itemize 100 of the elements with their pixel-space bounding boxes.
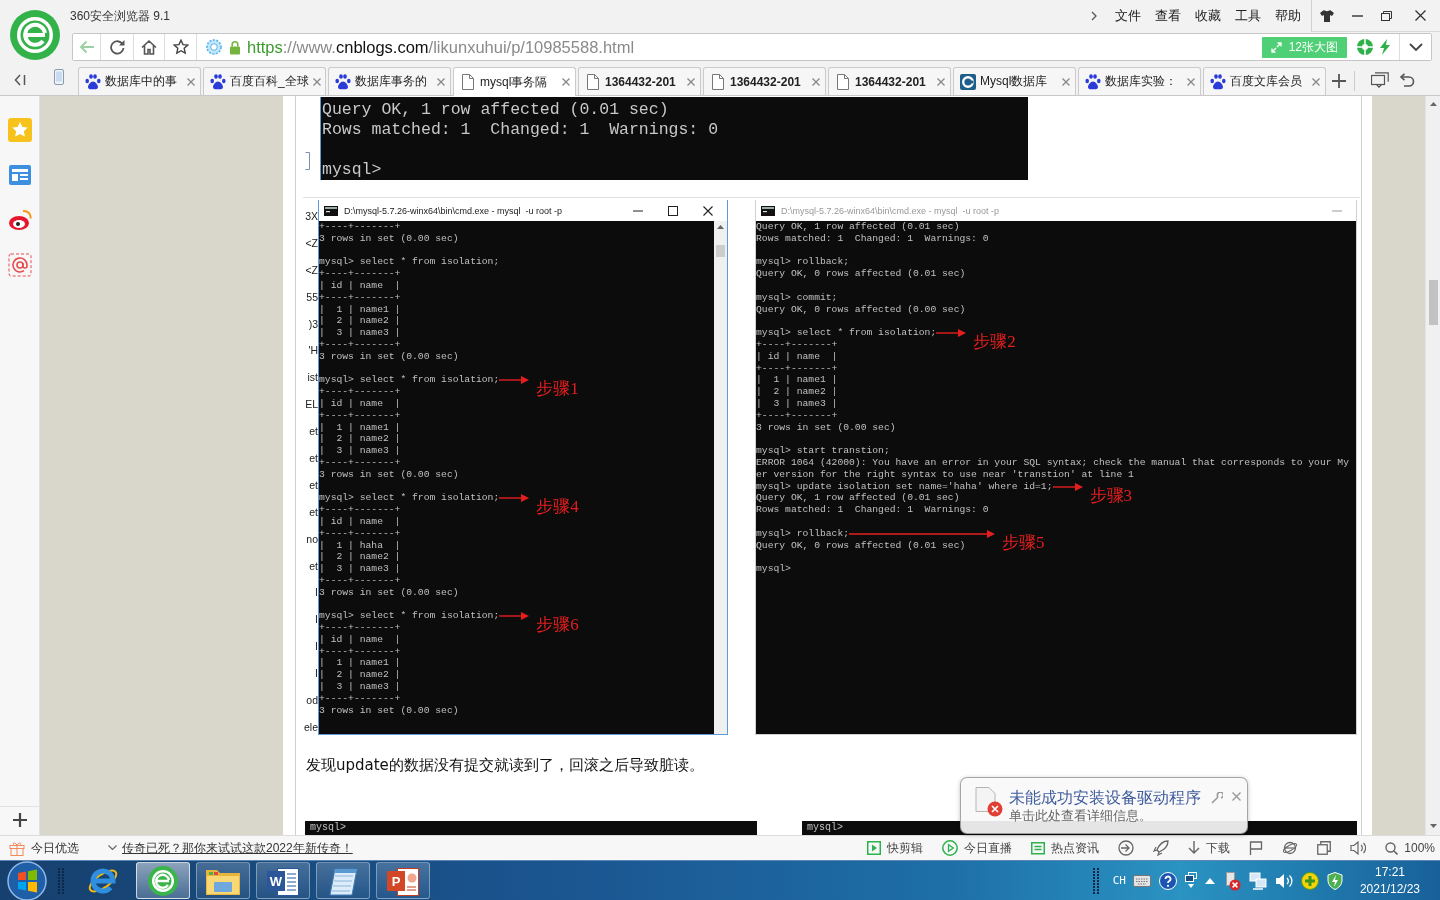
up-arrow-icon[interactable] — [1429, 102, 1437, 106]
text-fragment: ele — [304, 720, 318, 733]
tab[interactable]: 百度百科_全球 — [203, 67, 326, 95]
arrow-icon — [499, 494, 530, 503]
terminal-line: mysql> — [756, 563, 791, 575]
tab[interactable]: 百度文库会员 — [1203, 67, 1326, 95]
chevron-down-icon[interactable] — [108, 845, 117, 851]
reload-icon[interactable] — [109, 39, 125, 55]
window-title: 360安全浏览器 9.1 — [70, 7, 171, 25]
rocket-icon[interactable] — [1153, 840, 1170, 856]
terminal-line: 3 rows in set (0.00 sec) — [319, 586, 459, 599]
clock-time[interactable]: 17:21 — [1374, 863, 1405, 881]
terminal-line: +----+-------+ — [319, 291, 401, 304]
ad-link[interactable]: 传奇已死？那你来试试这款2022年新传奇！ — [122, 839, 353, 857]
notification-body[interactable]: 单击此处查看详细信息。 — [1009, 808, 1201, 824]
shirt-icon[interactable] — [1320, 9, 1334, 22]
phone-icon[interactable] — [54, 68, 64, 85]
menu-item[interactable]: 工具 — [1235, 7, 1261, 25]
terminal-line: +----+-------+ — [319, 622, 401, 634]
caret-up-icon[interactable] — [1204, 877, 1215, 884]
wrench-icon[interactable] — [1211, 792, 1223, 804]
featured-link[interactable]: 今日优选 — [31, 839, 79, 857]
plus-icon[interactable] — [1332, 74, 1346, 88]
close-icon[interactable] — [1414, 10, 1426, 21]
text-fragment: et — [309, 452, 318, 464]
body-text: 发现update的数据没有提交就读到了，回滚之后导致脏读。 — [306, 756, 705, 774]
list-icon[interactable] — [7, 163, 32, 187]
tab[interactable]: 1364432-201 — [703, 67, 826, 95]
down-arrow-icon[interactable] — [1429, 824, 1437, 828]
tab[interactable]: 1364432-201 — [828, 67, 951, 95]
help-icon[interactable] — [1158, 871, 1177, 890]
keyboard-icon[interactable] — [1132, 874, 1151, 887]
download-button[interactable]: 下载 — [1188, 839, 1231, 857]
step-label: 步骤2 — [973, 333, 1016, 352]
menu-item[interactable]: 收藏 — [1195, 7, 1221, 25]
step-label: 步骤3 — [1089, 486, 1132, 505]
window-icon[interactable] — [1317, 841, 1332, 855]
chevron-down-icon[interactable] — [1408, 43, 1423, 51]
tab[interactable]: Mysql数据库 — [953, 67, 1076, 95]
terminal-line: mysql> — [807, 822, 843, 833]
speaker-icon[interactable] — [1274, 872, 1293, 889]
at-sign-icon[interactable] — [7, 253, 32, 277]
star-icon[interactable] — [172, 39, 189, 55]
tab[interactable]: 数据库中的事 — [78, 67, 201, 95]
tab[interactable]: 数据库实验： — [1078, 67, 1201, 95]
notification-popup[interactable]: 未能成功安装设备驱动程序 单击此处查看详细信息。 — [960, 777, 1248, 834]
chevron-right-icon[interactable] — [1091, 11, 1097, 21]
plus-circle-icon[interactable] — [1300, 871, 1319, 890]
zoom-button[interactable]: 100% — [1385, 841, 1435, 855]
windows-icon[interactable] — [1371, 72, 1389, 88]
tab[interactable]: 1364432-201 — [578, 67, 701, 95]
error-document-icon — [975, 787, 1003, 817]
menu-item[interactable]: 查看 — [1155, 7, 1181, 25]
restore-icon[interactable] — [1380, 10, 1392, 21]
network-icon[interactable] — [1248, 871, 1267, 890]
paw-icon — [1210, 73, 1226, 90]
taskbar-button[interactable]: W — [256, 862, 310, 899]
speaker-icon[interactable] — [1350, 841, 1367, 855]
taskbar-button[interactable] — [196, 862, 250, 899]
terminal-line: | 1 | name1 | — [756, 374, 838, 387]
news-button[interactable]: 热点资讯 — [1031, 839, 1100, 857]
terminal-line: | id | name | — [319, 515, 401, 528]
terminal-line: +----+-------+ — [756, 409, 838, 422]
scrollbar-thumb[interactable] — [1428, 280, 1438, 325]
clock-date[interactable]: 2021/12/23 — [1359, 880, 1420, 898]
window-title: D:\mysql-5.7.26-winx64\bin\cmd.exe - mysql -u root -p — [344, 205, 563, 216]
shield-icon[interactable] — [1326, 871, 1343, 890]
e-globe-icon[interactable] — [1282, 840, 1299, 856]
terminal-line: | 3 | name3 | — [319, 563, 401, 575]
text-fragment: ist — [307, 371, 318, 384]
display-icon[interactable] — [1184, 871, 1197, 890]
plus-icon[interactable] — [12, 813, 27, 827]
aperture-icon[interactable] — [1357, 39, 1373, 55]
terminal-line: | 1 | name1 | — [319, 303, 401, 316]
lightning-icon[interactable] — [1379, 39, 1391, 55]
live-button[interactable]: 今日直播 — [942, 839, 1013, 857]
taskbar-button[interactable] — [136, 862, 190, 899]
url-field[interactable]: https://www.cnblogs.com/likunxuhui/p/10985588.html — [247, 37, 1262, 57]
step-label: 步骤5 — [1002, 533, 1045, 552]
minimize-icon[interactable] — [1351, 14, 1363, 17]
menu-item[interactable]: 帮助 — [1275, 7, 1301, 25]
clip-button[interactable]: 快剪辑 — [867, 839, 924, 857]
language-indicator[interactable]: CH — [1112, 874, 1126, 887]
text-fragment: et — [309, 559, 318, 572]
arrow-icon — [499, 612, 530, 621]
collapse-icon[interactable] — [14, 73, 26, 86]
terminal-line: +----+-------+ — [319, 456, 401, 469]
home-icon[interactable] — [141, 39, 157, 55]
arrow-icon — [936, 329, 967, 338]
taskbar-button[interactable] — [316, 862, 370, 899]
tab[interactable]: mysql事务隔 — [453, 67, 576, 96]
terminal-line: mysql> rollback; — [756, 527, 849, 540]
tab[interactable]: 数据库事务的 — [328, 67, 451, 95]
start-button[interactable] — [5, 860, 49, 900]
eye-icon[interactable] — [7, 208, 32, 232]
undo-icon[interactable] — [1399, 73, 1415, 87]
flag-icon[interactable] — [1249, 841, 1264, 855]
dropdown-button[interactable] — [1399, 34, 1431, 60]
taskbar-button[interactable]: P — [376, 862, 430, 899]
menu-item[interactable]: 文件 — [1115, 7, 1141, 25]
